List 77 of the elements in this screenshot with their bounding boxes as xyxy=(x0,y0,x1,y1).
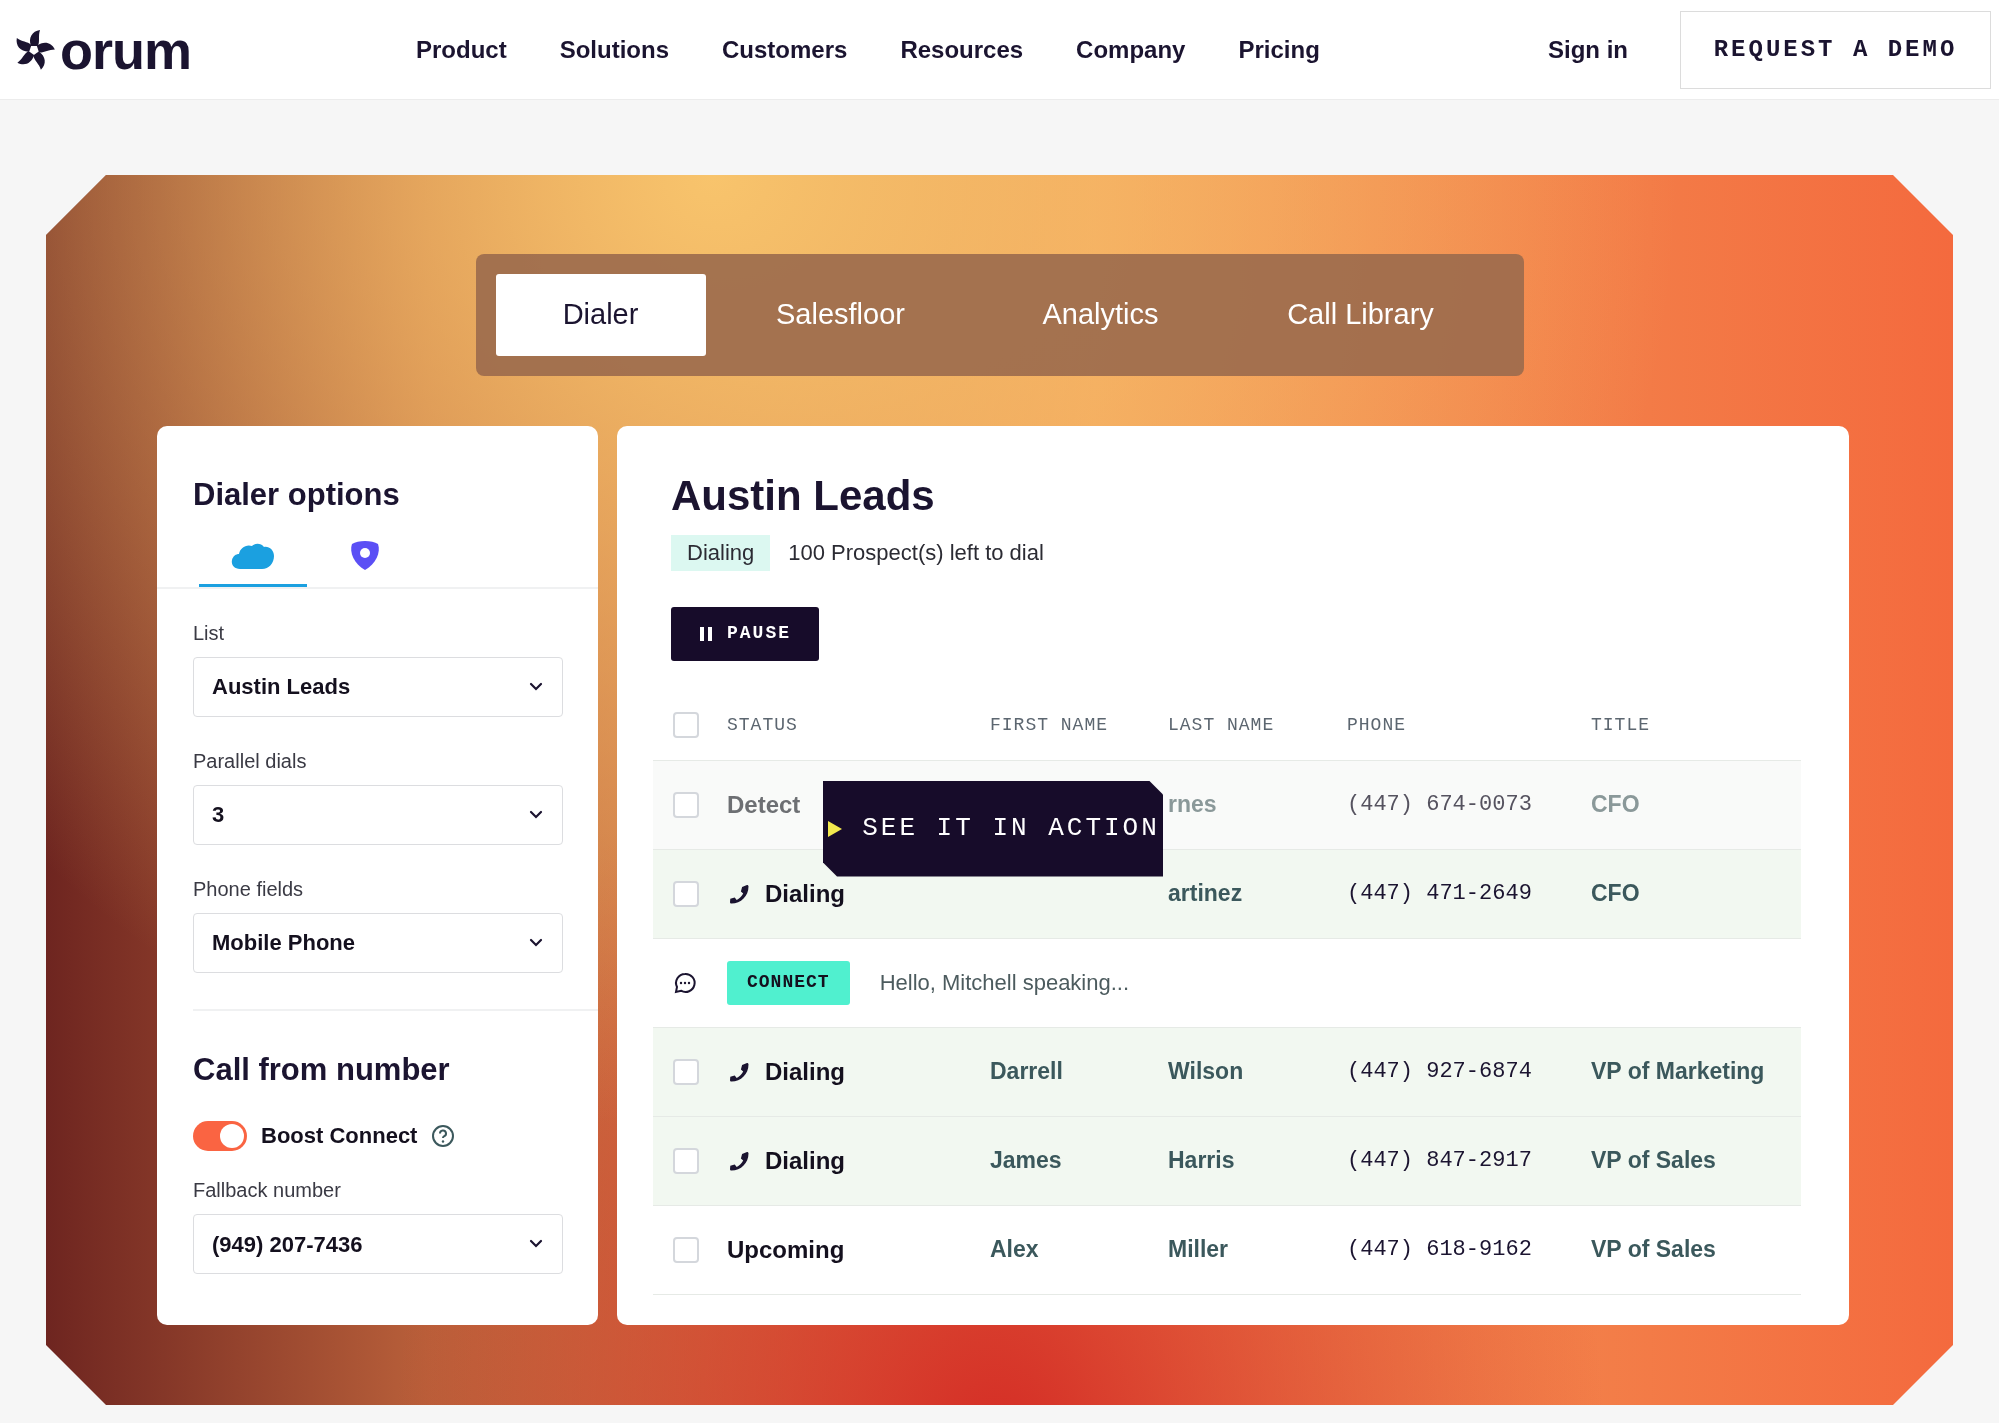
shield-icon xyxy=(348,540,382,572)
field-label: List xyxy=(193,622,226,643)
last-name-cell-text: Harris xyxy=(1168,1146,1236,1176)
phone-cell-text: (447) 674-0073 xyxy=(1347,791,1533,819)
title-cell-text: VP of Marketing xyxy=(1591,1057,1766,1087)
nav-link[interactable]: Customers xyxy=(722,31,848,68)
first-name-cell-text: James xyxy=(990,1146,1063,1176)
toggle-switch[interactable] xyxy=(193,1120,247,1151)
transcript-text: Hello, Mitchell speaking... xyxy=(879,969,1130,997)
field-label: Phone fields xyxy=(193,878,305,899)
help-icon[interactable] xyxy=(431,1123,456,1148)
tab[interactable]: Dialer xyxy=(495,274,706,356)
first-name-cell-text: Darrell xyxy=(990,1057,1064,1087)
status-cell-text: Detect xyxy=(727,789,801,820)
phone-cell-text: (447) 847-2917 xyxy=(1347,1147,1533,1175)
chevron-down-icon xyxy=(528,809,544,820)
column-header: TITLE xyxy=(1591,713,1651,737)
checkbox[interactable] xyxy=(673,880,699,907)
select-field[interactable]: Austin Leads xyxy=(193,656,563,717)
checkbox[interactable] xyxy=(673,1236,699,1263)
title-cell-text: CFO xyxy=(1591,879,1641,909)
table-row[interactable]: Dialing Darrell Wilson (447) 927-6874 VP of Marketing xyxy=(653,1027,1801,1117)
phone-cell-text: (447) 471-2649 xyxy=(1347,880,1533,908)
last-name-cell-text: rnes xyxy=(1168,790,1218,820)
column-header: LAST NAME xyxy=(1168,713,1276,737)
first-name-cell-text: Alex xyxy=(990,1235,1040,1265)
title-cell-text: CFO xyxy=(1591,790,1641,820)
chevron-down-icon xyxy=(528,1239,544,1249)
status-cell-text: Dialing xyxy=(765,1145,845,1176)
section-title: Call from number xyxy=(193,1050,451,1089)
card-title: Dialer options xyxy=(193,476,401,514)
chevron-down-icon xyxy=(528,681,544,692)
phone-cell-text: (447) 927-6874 xyxy=(1347,1058,1533,1086)
checkbox[interactable] xyxy=(673,791,699,818)
table-row[interactable]: Dialing James Harris (447) 847-2917 VP of Sales xyxy=(653,1116,1801,1206)
column-header: STATUS xyxy=(727,713,799,737)
nav-link[interactable]: Product xyxy=(416,31,507,68)
phone-cell-text: (447) 618-9162 xyxy=(1347,1236,1533,1264)
checkbox[interactable] xyxy=(673,712,699,738)
checkbox[interactable] xyxy=(673,1147,699,1174)
last-name-cell-text: Miller xyxy=(1168,1235,1230,1265)
status-cell-text: Dialing xyxy=(765,1056,845,1087)
select-field[interactable]: Mobile Phone xyxy=(193,912,563,973)
pause-button[interactable]: PAUSE xyxy=(671,606,819,661)
toggle-label: Boost Connect xyxy=(261,1122,418,1150)
column-header: PHONE xyxy=(1347,713,1407,737)
list-title: Austin Leads xyxy=(671,471,936,521)
chat-bubble-icon xyxy=(673,970,697,995)
status-badge: Dialing xyxy=(671,534,771,571)
title-cell-text: VP of Sales xyxy=(1591,1146,1717,1176)
connect-tag: CONNECT xyxy=(727,960,850,1005)
tab[interactable]: Call Library xyxy=(1235,274,1486,356)
column-header: FIRST NAME xyxy=(990,713,1110,737)
nav-link[interactable]: Resources xyxy=(900,31,1024,68)
last-name-cell-text: artinez xyxy=(1168,879,1244,909)
status-cell-text: Upcoming xyxy=(727,1234,845,1265)
nav-link[interactable]: Solutions xyxy=(559,31,669,68)
pause-icon xyxy=(699,625,713,642)
select-field[interactable]: 3 xyxy=(193,784,563,845)
sign-in-link[interactable]: Sign in xyxy=(1548,31,1628,68)
tab[interactable]: Salesfloor xyxy=(715,274,966,356)
title-cell-text: VP of Sales xyxy=(1591,1235,1717,1265)
checkbox[interactable] xyxy=(673,1058,699,1085)
logo-text[interactable]: orum xyxy=(60,22,191,77)
status-cell-text: Dialing xyxy=(765,878,845,909)
cloud-icon xyxy=(230,541,276,571)
prospects-remaining: 100 Prospect(s) left to dial xyxy=(788,539,1044,567)
tab[interactable]: Analytics xyxy=(975,274,1226,356)
field-label: Fallback number xyxy=(193,1180,342,1200)
see-it-in-action-toast[interactable]: SEE IT IN ACTION xyxy=(823,780,1163,877)
select-field[interactable]: (949) 207-7436 xyxy=(193,1214,563,1274)
chevron-down-icon xyxy=(528,937,544,948)
nav-link[interactable]: Company xyxy=(1076,31,1186,68)
field-label: Parallel dials xyxy=(193,750,308,771)
nav-link[interactable]: Pricing xyxy=(1238,31,1320,68)
request-demo-button[interactable]: REQUEST A DEMO xyxy=(1680,10,1991,89)
last-name-cell-text: Wilson xyxy=(1168,1057,1245,1087)
